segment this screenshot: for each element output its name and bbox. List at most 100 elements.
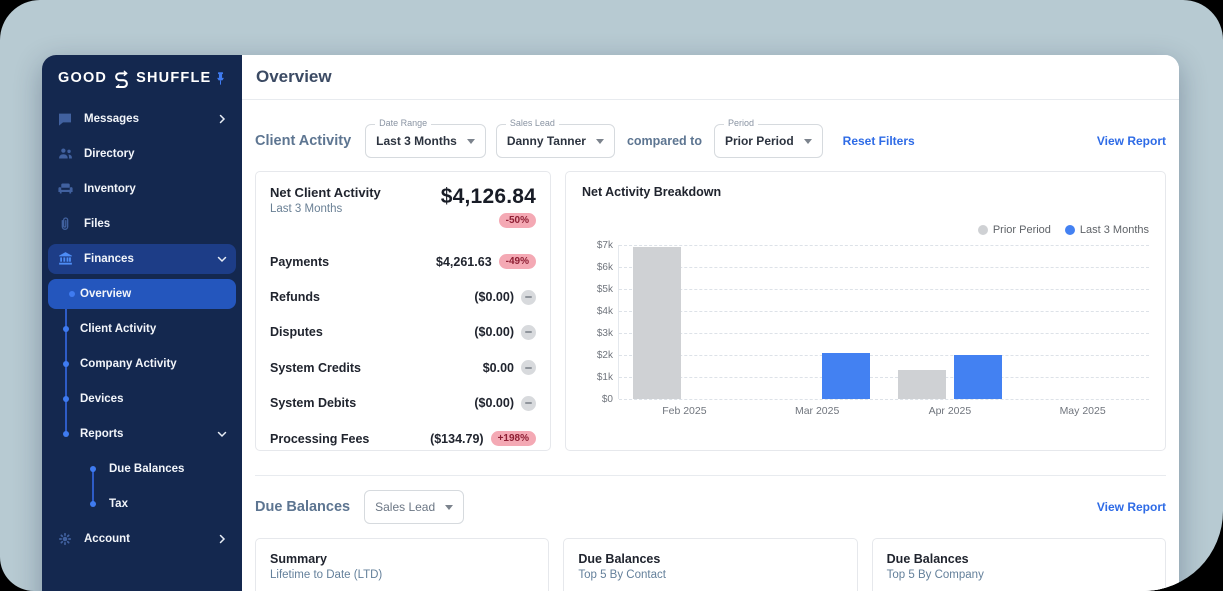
app-window: GOOD SHUFFLE Messages Directory Inventor… [42,55,1179,591]
gridline [619,289,1149,290]
sidebar-item-inventory[interactable]: Inventory [42,171,242,206]
due-view-report-link[interactable]: View Report [1097,500,1166,514]
card-title: Summary [270,552,327,566]
sidebar-nav: Messages Directory Inventory Files Finan… [42,101,242,556]
shuffle-logo-icon [115,70,128,88]
sidebar-item-directory[interactable]: Directory [42,136,242,171]
section-divider [255,475,1166,476]
y-tick-label: $5k [596,284,613,295]
total-change-badge: -50% [498,213,536,228]
due-by-contact-card: Due Balances Top 5 By Contact [563,538,858,591]
summary-ltd-card: Summary Lifetime to Date (LTD) [255,538,550,591]
sidebar-item-client-activity[interactable]: Client Activity [42,311,242,346]
background-frame: GOOD SHUFFLE Messages Directory Inventor… [0,0,1223,591]
due-balances-cards: Summary Lifetime to Date (LTD) Due Balan… [255,538,1166,591]
legend-label: Last 3 Months [1079,224,1149,236]
paperclip-icon [56,215,74,233]
chevron-down-icon [216,428,228,440]
period-select[interactable]: Period Prior Period [713,118,823,158]
pin-icon[interactable] [213,71,228,86]
date-range-select[interactable]: Date Range Last 3 Months [365,118,486,158]
bullet-dot [63,395,69,402]
due-sales-lead-select[interactable]: Sales Lead [364,490,465,524]
summary-row-processing-fees: Processing Fees ($134.79) +198% [270,421,536,456]
net-client-activity-card: Net Client Activity Last 3 Months $4,126… [255,171,551,451]
summary-row-payments: Payments $4,261.63 -49% [270,244,536,279]
no-change-icon [521,360,536,376]
sidebar-item-reports[interactable]: Reports [42,416,242,451]
client-activity-heading: Client Activity [255,133,352,149]
bar-last-3-months [954,355,1003,399]
client-activity-filter-row: Client Activity Date Range Last 3 Months… [255,118,1166,158]
bar-prior-period [898,370,947,399]
gridline [619,245,1149,246]
sidebar-item-label: Company Activity [80,357,177,370]
y-tick-label: $6k [596,262,613,273]
sidebar-item-due-balances[interactable]: Due Balances [42,451,242,486]
chevron-down-icon [216,253,228,265]
x-tick-label: Feb 2025 [662,405,707,417]
sidebar-item-files[interactable]: Files [42,206,242,241]
sidebar-item-label: Devices [80,392,124,405]
sidebar-item-label: Account [84,532,130,545]
sales-lead-select[interactable]: Sales Lead Danny Tanner [495,118,615,158]
bar-last-3-months [821,353,870,399]
period-value: Prior Period [724,134,794,148]
sidebar-item-devices[interactable]: Devices [42,381,242,416]
y-tick-label: $2k [596,350,613,361]
messages-icon [56,110,74,128]
due-balances-heading: Due Balances [255,499,351,515]
chart-plot: $7k $6k $5k $4k $3k $2k $1k $0 [597,240,1149,405]
sidebar-item-messages[interactable]: Messages [42,101,242,136]
compared-to-text: compared to [626,134,702,148]
caret-down-icon [803,138,812,144]
sales-lead-label: Sales Lead [505,118,559,128]
logo: GOOD SHUFFLE [42,55,242,101]
sidebar-item-tax[interactable]: Tax [42,486,242,521]
sidebar-item-company-activity[interactable]: Company Activity [42,346,242,381]
reports-subnav: Due Balances Tax [42,451,242,521]
due-sales-lead-placeholder: Sales Lead [375,500,436,514]
bullet-dot [90,465,96,472]
x-tick-label: Mar 2025 [794,405,840,417]
due-by-company-card: Due Balances Top 5 By Company [871,538,1166,591]
date-range-value: Last 3 Months [376,134,457,148]
card-title: Due Balances [886,552,969,566]
card-subtitle: Top 5 By Company [886,569,984,581]
sidebar-item-finances[interactable]: Finances [48,243,236,274]
chevron-right-icon [216,113,228,125]
sidebar-item-label: Tax [109,497,128,510]
chart-legend: Prior Period Last 3 Months [582,223,1149,237]
page-title: Overview [256,67,332,86]
gridline [619,399,1149,400]
y-tick-label: $0 [601,394,613,405]
view-report-link[interactable]: View Report [1097,134,1166,148]
y-tick-label: $3k [596,328,613,339]
gridline [619,267,1149,268]
main-panel: Overview Client Activity Date Range Last… [242,55,1179,591]
client-activity-cards: Net Client Activity Last 3 Months $4,126… [255,171,1166,451]
sidebar-item-label: Finances [84,252,134,265]
sidebar-item-account[interactable]: Account [42,521,242,556]
logo-good-text: GOOD [58,70,108,86]
change-badge: -49% [498,254,536,270]
bullet-dot [63,360,69,367]
card-title: Due Balances [578,552,661,566]
change-badge: +198% [490,431,536,447]
bank-icon [56,250,74,268]
logo-shuffle-text: SHUFFLE [136,70,212,86]
gridline [619,377,1149,378]
bullet-dot [69,290,75,297]
date-range-label: Date Range [375,118,432,128]
chart-area: $7k $6k $5k $4k $3k $2k $1k $0 Feb 2025 Mar 2025… [582,240,1149,421]
due-balances-filter-row: Due Balances Sales Lead View Report [255,490,1166,524]
y-tick-label: $1k [596,372,613,383]
legend-dot [1064,225,1075,235]
couch-icon [56,180,74,198]
reset-filters-link[interactable]: Reset Filters [843,134,915,148]
legend-item-last-3-months: Last 3 Months [1064,224,1149,236]
y-tick-label: $4k [596,306,613,317]
sidebar-item-overview[interactable]: Overview [48,278,236,309]
card-subtitle: Top 5 By Contact [578,569,666,581]
y-tick-label: $7k [596,240,613,251]
